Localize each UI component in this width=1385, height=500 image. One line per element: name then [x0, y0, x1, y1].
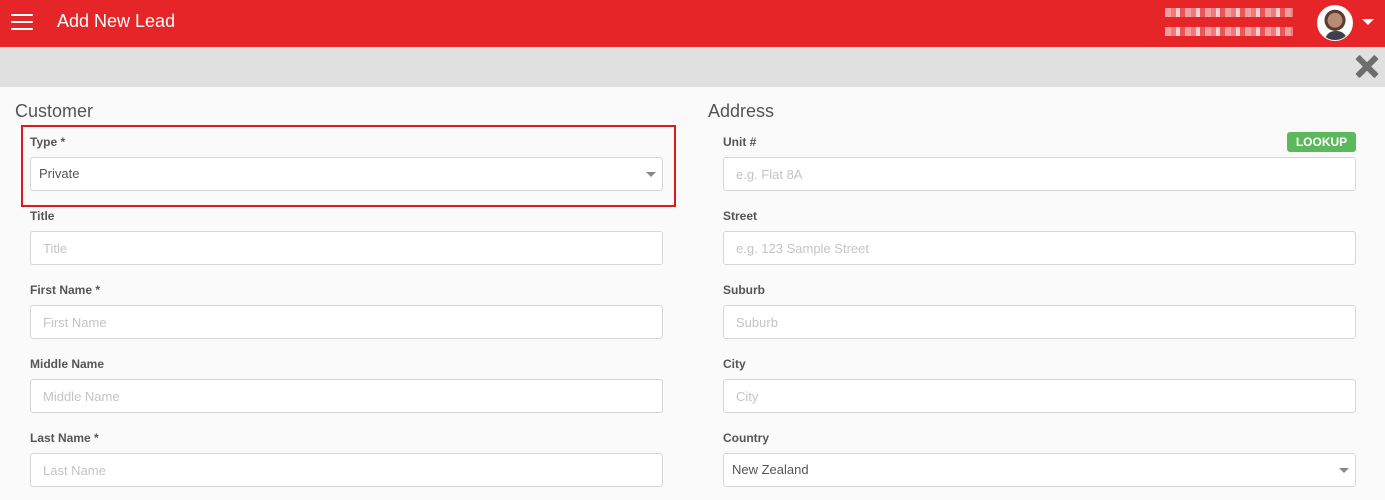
- title-input[interactable]: [30, 231, 663, 265]
- first-name-input[interactable]: [30, 305, 663, 339]
- unit-label: Unit #: [723, 135, 757, 149]
- hamburger-line: [11, 14, 33, 16]
- top-bar: Add New Lead: [0, 0, 1385, 47]
- type-label: Type *: [30, 135, 66, 149]
- user-info-redacted: [1165, 5, 1295, 41]
- suburb-label: Suburb: [723, 283, 765, 297]
- city-label: City: [723, 357, 746, 371]
- redacted-line: [1165, 27, 1293, 36]
- country-select[interactable]: New Zealand: [723, 453, 1356, 487]
- title-label: Title: [30, 209, 55, 223]
- type-select-value: Private: [39, 166, 80, 181]
- first-name-label: First Name *: [30, 283, 101, 297]
- unit-input[interactable]: [723, 157, 1356, 191]
- middle-name-input[interactable]: [30, 379, 663, 413]
- address-section-title: Address: [708, 101, 775, 121]
- caret-down-icon[interactable]: [1362, 19, 1374, 25]
- last-name-label: Last Name *: [30, 431, 99, 445]
- page-title: Add New Lead: [57, 11, 176, 31]
- suburb-input[interactable]: [723, 305, 1356, 339]
- action-bar: [0, 47, 1385, 87]
- redacted-line: [1165, 8, 1293, 17]
- chevron-down-icon: [1339, 468, 1349, 473]
- chevron-down-icon: [646, 172, 656, 177]
- last-name-input[interactable]: [30, 453, 663, 487]
- lookup-button[interactable]: LOOKUP: [1287, 132, 1356, 152]
- country-label: Country: [723, 431, 769, 445]
- avatar[interactable]: [1317, 5, 1353, 41]
- customer-section-title: Customer: [15, 101, 94, 121]
- hamburger-icon[interactable]: [11, 12, 33, 32]
- hamburger-line: [11, 21, 33, 23]
- hamburger-line: [11, 28, 33, 30]
- city-input[interactable]: [723, 379, 1356, 413]
- street-input[interactable]: [723, 231, 1356, 265]
- close-icon[interactable]: [1353, 52, 1381, 80]
- type-select[interactable]: Private: [30, 157, 663, 191]
- middle-name-label: Middle Name: [30, 357, 105, 371]
- country-select-value: New Zealand: [732, 462, 809, 477]
- street-label: Street: [723, 209, 758, 223]
